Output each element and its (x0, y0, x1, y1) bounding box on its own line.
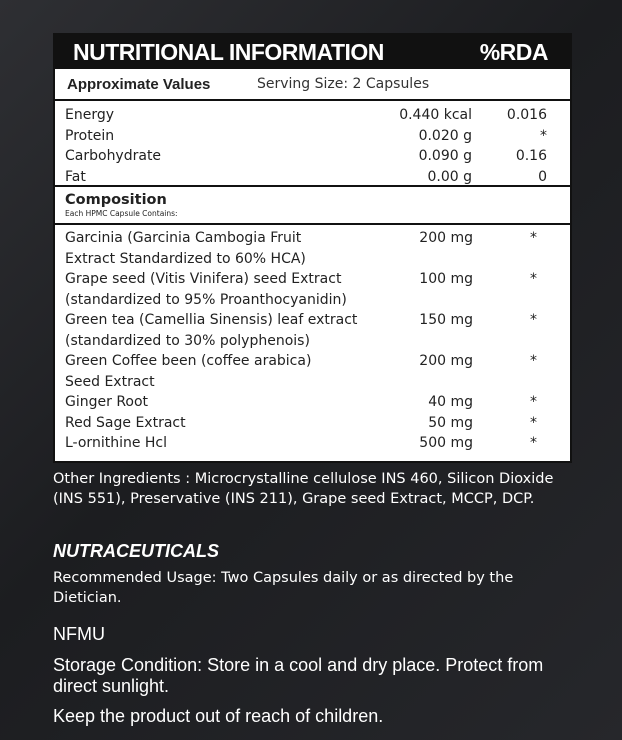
safety-warning: Keep the product out of reach of childre… (53, 706, 384, 726)
ingredient-amount: 500 mg (419, 435, 473, 451)
nutrient-amount: 0.090 g (418, 148, 472, 164)
composition-row-cont: (standardized to 30% polyphenois) (55, 331, 570, 352)
nutrient-amount: 0.00 g (427, 168, 472, 185)
nutrient-name: Protein (65, 127, 115, 144)
nutrition-row: Protein 0.020 g * (55, 126, 570, 147)
nutrient-rda: * (540, 127, 547, 144)
ingredient-name: Green tea (Camellia Sinensis) leaf extra… (65, 312, 358, 328)
ingredient-rda: * (530, 312, 537, 328)
ingredient-amount: 50 mg (428, 414, 473, 431)
composition-row: Garcinia (Garcinia Cambogia Fruit 200 mg… (55, 228, 570, 249)
composition-row-cont: (standardized to 95% Proanthocyanidin) (55, 290, 570, 311)
storage-condition: Storage Condition: Store in a cool and d… (53, 655, 544, 696)
ingredient-rda: * (530, 435, 537, 451)
ingredient-name: Grape seed (Vitis Vinifera) seed Extract (65, 271, 342, 287)
nutrition-row: Fat 0.00 g 0 (55, 167, 570, 188)
ingredient-name: L-ornithine Hcl (65, 435, 168, 451)
nutrient-rda: 0.16 (515, 148, 547, 164)
ingredient-amount: 200 mg (419, 353, 473, 369)
panel-title: NUTRITIONAL INFORMATION (73, 38, 384, 65)
nutrient-name: Carbohydrate (65, 148, 162, 164)
nutrient-rda: 0.016 (506, 107, 547, 123)
ingredient-rda: * (530, 394, 537, 410)
ingredient-amount: 100 mg (419, 271, 473, 287)
product-code: NFMU (53, 624, 105, 644)
ingredient-amount: 150 mg (419, 312, 473, 328)
ingredient-name: Green Coffee been (coffee arabica) (65, 353, 312, 369)
ingredient-name: Garcinia (Garcinia Cambogia Fruit (65, 230, 302, 246)
nutrition-row: Carbohydrate 0.090 g 0.16 (55, 146, 570, 167)
ingredient-name-cont: Extract Standardized to 60% HCA) (65, 250, 306, 267)
nutrient-name: Fat (65, 168, 86, 185)
panel-header: NUTRITIONAL INFORMATION %RDA (55, 35, 570, 69)
rda-heading: %RDA (479, 38, 549, 65)
composition-row-cont: Extract Standardized to 60% HCA) (55, 249, 570, 270)
ingredient-amount: 40 mg (428, 394, 473, 410)
composition-title: Composition (65, 192, 167, 208)
composition-row: Green tea (Camellia Sinensis) leaf extra… (55, 310, 570, 331)
approx-values-label: Approximate Values (67, 75, 211, 93)
ingredient-name: Ginger Root (65, 394, 149, 410)
ingredient-name: Red Sage Extract (65, 414, 186, 431)
nutrient-amount: 0.020 g (418, 127, 472, 144)
composition-row: Green Coffee been (coffee arabica) 200 m… (55, 351, 570, 372)
serving-size-label: Serving Size: 2 Capsules (257, 76, 430, 92)
brand-name: NUTRACEUTICALS (53, 541, 219, 561)
nutrition-rows: Energy 0.440 kcal 0.016 Protein 0.020 g … (55, 101, 570, 187)
composition-row: Grape seed (Vitis Vinifera) seed Extract… (55, 269, 570, 290)
recommended-usage: Recommended Usage: Two Capsules daily or… (53, 570, 514, 606)
ingredient-amount: 200 mg (419, 230, 473, 246)
other-ingredients: Other Ingredients : Microcrystalline cel… (53, 471, 554, 507)
ingredient-name-cont: Seed Extract (65, 373, 155, 390)
ingredient-name-cont: (standardized to 95% Proanthocyanidin) (65, 291, 347, 308)
composition-row: L-ornithine Hcl 500 mg * (55, 433, 570, 454)
panel-subheader: Approximate Values Serving Size: 2 Capsu… (55, 69, 570, 101)
ingredient-rda: * (530, 353, 537, 369)
composition-list: Garcinia (Garcinia Cambogia Fruit 200 mg… (55, 225, 570, 454)
ingredient-rda: * (530, 271, 537, 287)
composition-row: Ginger Root 40 mg * (55, 392, 570, 413)
nutrient-name: Energy (65, 107, 115, 123)
composition-header: Composition Each HPMC Capsule Contains: (55, 187, 570, 225)
nutrition-row: Energy 0.440 kcal 0.016 (55, 105, 570, 126)
nutrient-amount: 0.440 kcal (399, 107, 472, 123)
composition-row: Red Sage Extract 50 mg * (55, 413, 570, 434)
ingredient-rda: * (530, 230, 537, 246)
composition-subtitle: Each HPMC Capsule Contains: (65, 209, 178, 218)
ingredient-rda: * (530, 414, 537, 431)
composition-row-cont: Seed Extract (55, 372, 570, 393)
nutrition-panel: NUTRITIONAL INFORMATION %RDA Approximate… (53, 33, 572, 463)
ingredient-name-cont: (standardized to 30% polyphenois) (65, 332, 310, 349)
nutrient-rda: 0 (538, 168, 547, 185)
